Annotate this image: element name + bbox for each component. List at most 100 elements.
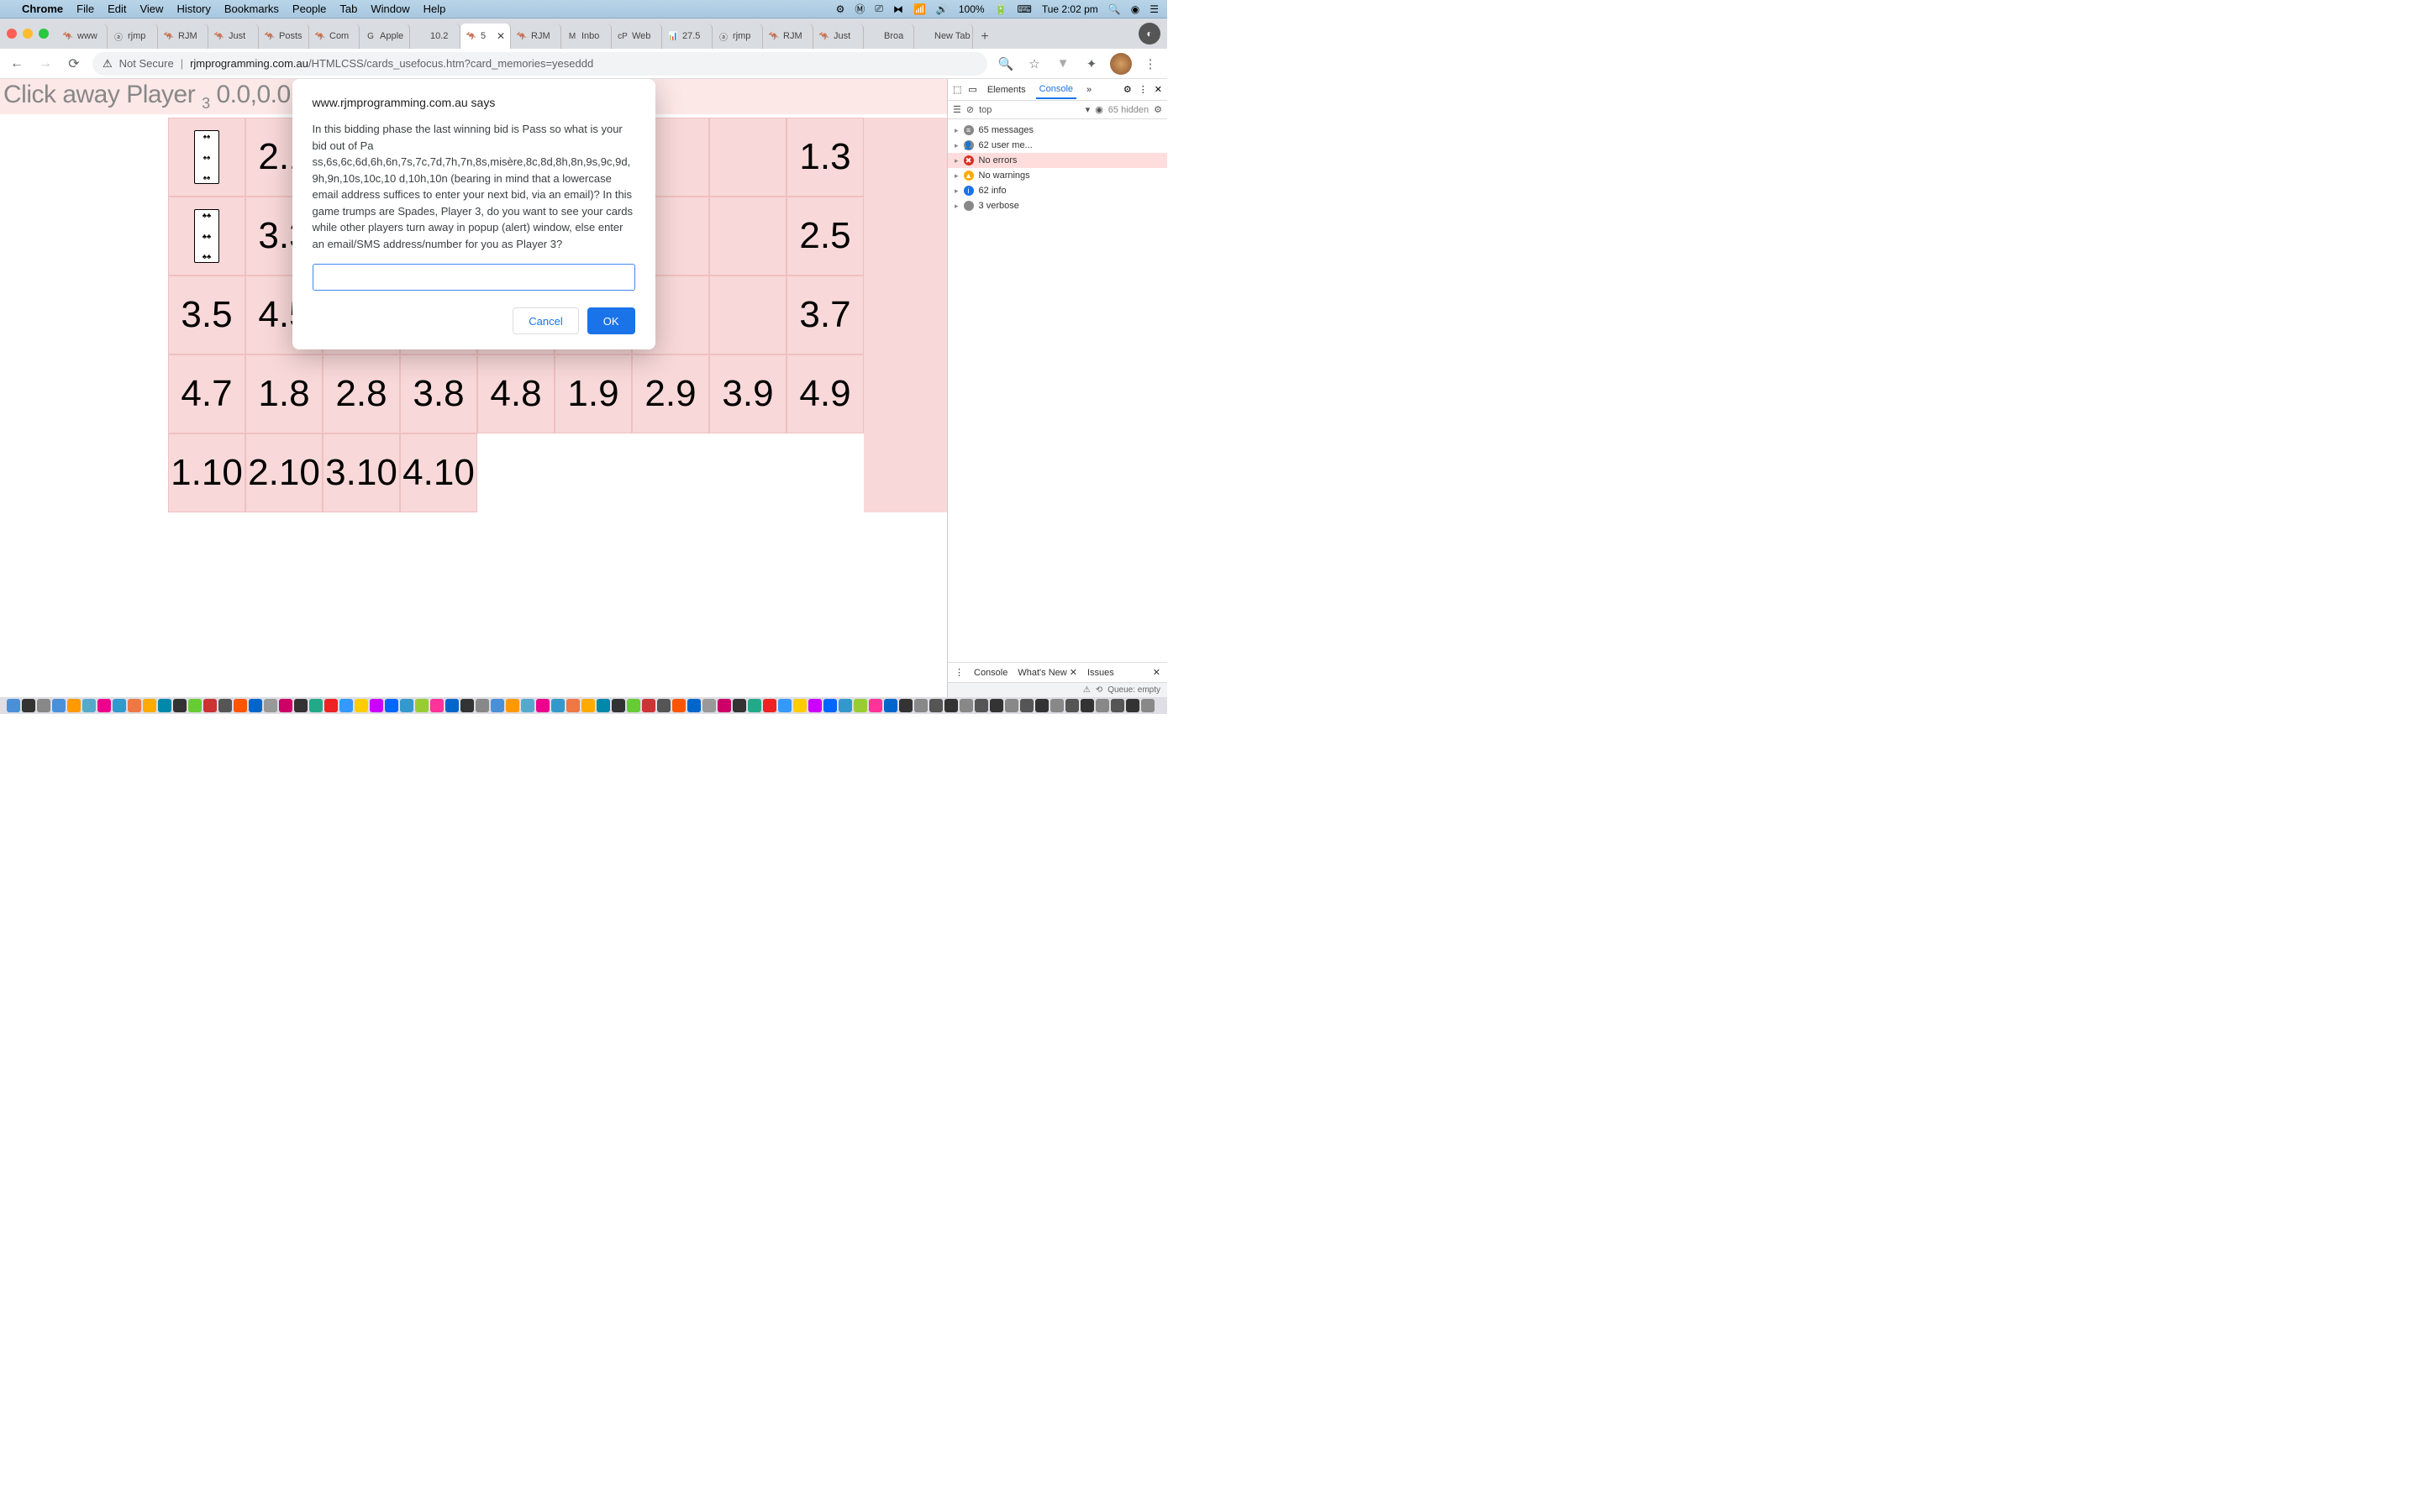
dock-app-icon[interactable]	[370, 699, 383, 712]
profile-badge-icon[interactable]: ◐	[1139, 23, 1160, 45]
dock-app-icon[interactable]	[339, 699, 353, 712]
console-context[interactable]: top	[979, 105, 1081, 115]
dock-app-icon[interactable]	[929, 699, 943, 712]
dock-app-icon[interactable]	[763, 699, 776, 712]
dock-app-icon[interactable]	[113, 699, 126, 712]
menu-tab[interactable]: Tab	[339, 3, 357, 15]
dock-app-icon[interactable]	[203, 699, 217, 712]
dock-app-icon[interactable]	[309, 699, 323, 712]
dock-app-icon[interactable]	[82, 699, 96, 712]
dock-app-icon[interactable]	[960, 699, 973, 712]
devtools-tab-console[interactable]: Console	[1036, 81, 1076, 99]
drawer-tab-issues[interactable]: Issues	[1087, 668, 1114, 678]
dock-app-icon[interactable]	[1081, 699, 1094, 712]
dock-app-icon[interactable]	[52, 699, 66, 712]
console-filter-verbose[interactable]: ▸⋮3 verbose	[948, 198, 1167, 213]
browser-tab[interactable]: 🦘RJM	[158, 24, 208, 49]
menu-view[interactable]: View	[139, 3, 163, 15]
dock-app-icon[interactable]	[264, 699, 277, 712]
dock-app-icon[interactable]	[566, 699, 580, 712]
tab-close-icon[interactable]: ✕	[497, 30, 505, 42]
console-clear-icon[interactable]: ⊘	[966, 104, 974, 115]
bluetooth-icon[interactable]: ⧓	[893, 3, 903, 15]
browser-tab[interactable]: 🦘Posts	[259, 24, 309, 49]
status-icon[interactable]: Ⓜ	[855, 2, 865, 16]
dock-app-icon[interactable]	[642, 699, 655, 712]
dock-app-icon[interactable]	[491, 699, 504, 712]
dock-app-icon[interactable]	[128, 699, 141, 712]
console-filter-user[interactable]: ▸👤62 user me...	[948, 138, 1167, 153]
dock-app-icon[interactable]	[460, 699, 474, 712]
dock-app-icon[interactable]	[702, 699, 716, 712]
ok-button[interactable]: OK	[587, 307, 635, 334]
browser-tab[interactable]: ⓐrjmp	[108, 24, 158, 49]
dock-app-icon[interactable]	[279, 699, 292, 712]
dock-app-icon[interactable]	[1005, 699, 1018, 712]
dock-app-icon[interactable]	[536, 699, 550, 712]
console-filter-warnings[interactable]: ▸▲No warnings	[948, 168, 1167, 183]
devtools-menu-icon[interactable]: ⋮	[1139, 84, 1148, 95]
volume-icon[interactable]: 🔊	[936, 3, 949, 15]
dock-app-icon[interactable]	[778, 699, 792, 712]
console-eye-icon[interactable]: ◉	[1095, 104, 1103, 115]
dock-app-icon[interactable]	[1035, 699, 1049, 712]
dock-app-icon[interactable]	[839, 699, 852, 712]
browser-tab[interactable]: 🦘www	[57, 24, 108, 49]
device-toggle-icon[interactable]: ▭	[968, 84, 976, 95]
notifications-icon[interactable]: ☰	[1150, 3, 1159, 15]
dock-app-icon[interactable]	[914, 699, 928, 712]
app-name[interactable]: Chrome	[22, 3, 63, 15]
forward-button[interactable]: →	[35, 54, 55, 74]
browser-tab[interactable]: New Tab	[914, 24, 973, 49]
address-bar[interactable]: ⚠ Not Secure | rjmprogramming.com.au/HTM…	[92, 52, 987, 76]
dock-app-icon[interactable]	[506, 699, 519, 712]
dock-app-icon[interactable]	[7, 699, 20, 712]
dock-app-icon[interactable]	[173, 699, 187, 712]
macos-dock[interactable]	[0, 697, 1167, 714]
browser-tab[interactable]: 🦘Just	[813, 24, 864, 49]
bookmark-star-icon[interactable]: ☆	[1024, 54, 1044, 74]
cancel-button[interactable]: Cancel	[513, 307, 578, 334]
browser-tab[interactable]: 🦘Com	[309, 24, 360, 49]
dock-app-icon[interactable]	[415, 699, 429, 712]
menu-bookmarks[interactable]: Bookmarks	[224, 3, 279, 15]
devtools-settings-icon[interactable]: ⚙	[1123, 84, 1132, 95]
dock-app-icon[interactable]	[869, 699, 882, 712]
dock-app-icon[interactable]	[1141, 699, 1155, 712]
dock-app-icon[interactable]	[158, 699, 171, 712]
dock-app-icon[interactable]	[1126, 699, 1139, 712]
browser-tab[interactable]: 📊27.5	[662, 24, 713, 49]
dock-app-icon[interactable]	[581, 699, 595, 712]
dock-app-icon[interactable]	[97, 699, 111, 712]
dock-app-icon[interactable]	[218, 699, 232, 712]
console-filter-errors[interactable]: ▸✖No errors	[948, 153, 1167, 168]
browser-tab[interactable]: 🦘RJM	[763, 24, 813, 49]
menu-window[interactable]: Window	[371, 3, 409, 15]
new-tab-button[interactable]: +	[973, 25, 997, 49]
browser-tab[interactable]: cPWeb	[612, 24, 662, 49]
dock-app-icon[interactable]	[143, 699, 156, 712]
dock-app-icon[interactable]	[385, 699, 398, 712]
dock-app-icon[interactable]	[718, 699, 731, 712]
back-button[interactable]: ←	[7, 54, 27, 74]
drawer-tab-console[interactable]: Console	[974, 668, 1007, 678]
extension-v-icon[interactable]: ▼	[1053, 54, 1073, 74]
devtools-close-icon[interactable]: ✕	[1155, 84, 1162, 95]
dock-app-icon[interactable]	[854, 699, 867, 712]
dock-app-icon[interactable]	[188, 699, 202, 712]
browser-tab[interactable]: 🦘Just	[208, 24, 259, 49]
dock-app-icon[interactable]	[1050, 699, 1064, 712]
dock-app-icon[interactable]	[476, 699, 489, 712]
menu-people[interactable]: People	[292, 3, 326, 15]
dock-app-icon[interactable]	[294, 699, 308, 712]
browser-tab[interactable]: 🦘5✕	[460, 24, 511, 49]
dock-app-icon[interactable]	[823, 699, 837, 712]
inspect-icon[interactable]: ⬚	[953, 84, 961, 95]
dock-app-icon[interactable]	[612, 699, 625, 712]
dock-app-icon[interactable]	[1065, 699, 1079, 712]
dock-app-icon[interactable]	[355, 699, 368, 712]
devtools-tab-more[interactable]: »	[1083, 81, 1095, 98]
dock-app-icon[interactable]	[1096, 699, 1109, 712]
chrome-menu-icon[interactable]: ⋮	[1140, 54, 1160, 74]
dock-app-icon[interactable]	[22, 699, 35, 712]
